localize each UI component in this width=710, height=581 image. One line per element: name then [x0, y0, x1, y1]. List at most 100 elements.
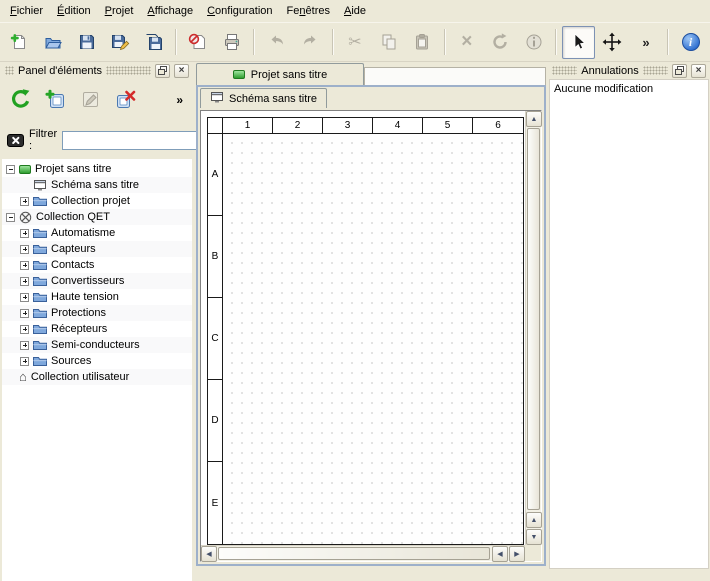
- scroll-down-button[interactable]: ▼: [526, 529, 542, 545]
- menu-fichier[interactable]: Fichier: [3, 0, 50, 22]
- menu-affichage[interactable]: Affichage: [140, 0, 200, 22]
- save-as-button[interactable]: [104, 26, 137, 59]
- folder-icon: [33, 308, 47, 319]
- tree-item-convertisseurs[interactable]: Convertisseurs: [2, 273, 192, 289]
- tree-item-automatisme[interactable]: Automatisme: [2, 225, 192, 241]
- dock-grip[interactable]: [552, 66, 577, 75]
- menu-projet[interactable]: Projet: [98, 0, 141, 22]
- toolbar-separator: [667, 29, 669, 55]
- expand-icon[interactable]: [20, 261, 29, 270]
- undo-button[interactable]: [260, 26, 293, 59]
- tree-item-haute-tension[interactable]: Haute tension: [2, 289, 192, 305]
- reload-button[interactable]: [5, 84, 36, 115]
- scroll-right-button[interactable]: ▶: [509, 546, 525, 562]
- tree-item-label: Semi-conducteurs: [51, 339, 140, 351]
- about-info-button[interactable]: i: [674, 26, 707, 59]
- expand-icon[interactable]: [20, 357, 29, 366]
- tree-item-label: Contacts: [51, 259, 94, 271]
- tree-item-contacts[interactable]: Contacts: [2, 257, 192, 273]
- edit-element-button[interactable]: [75, 84, 106, 115]
- grid-area[interactable]: [223, 134, 523, 544]
- editor-area: Projet sans titre Schéma sans titre: [196, 62, 546, 566]
- ruler-row-label: E: [208, 462, 223, 544]
- tree-item-sources[interactable]: Sources: [2, 353, 192, 369]
- filter-input[interactable]: [62, 131, 212, 150]
- collapse-icon[interactable]: [6, 165, 15, 174]
- ruler-corner: [208, 118, 223, 133]
- tab-project[interactable]: Projet sans titre: [196, 63, 364, 85]
- close-panel-button[interactable]: ×: [174, 64, 189, 78]
- dock-grip[interactable]: [643, 66, 668, 75]
- open-document-button[interactable]: [37, 26, 70, 59]
- close-file-icon: [188, 32, 208, 52]
- scroll-up-button[interactable]: ▲: [526, 111, 542, 127]
- clear-filter-icon[interactable]: [7, 132, 24, 149]
- cut-button[interactable]: ✂: [339, 26, 372, 59]
- delete-element-button[interactable]: [110, 84, 141, 115]
- copy-button[interactable]: [372, 26, 405, 59]
- collapse-icon[interactable]: [6, 213, 15, 222]
- tree-item-collection-projet[interactable]: Collection projet: [2, 193, 192, 209]
- expand-icon[interactable]: [20, 293, 29, 302]
- close-panel-button[interactable]: ×: [691, 64, 706, 78]
- tree-item-label: Haute tension: [51, 291, 119, 303]
- expand-icon[interactable]: [20, 245, 29, 254]
- project-tab-label: Projet sans titre: [251, 69, 327, 81]
- info-icon: [524, 32, 544, 52]
- tab-diagram[interactable]: Schéma sans titre: [200, 88, 327, 108]
- schematic-canvas[interactable]: 123456 ABCDE: [201, 111, 525, 545]
- close-file-button[interactable]: [182, 26, 215, 59]
- tree-item-projet-sans-titre[interactable]: Projet sans titre: [2, 161, 192, 177]
- print-icon: [222, 32, 242, 52]
- horizontal-scrollbar[interactable]: ◀ ◀ ▶: [201, 545, 525, 561]
- expand-icon[interactable]: [20, 325, 29, 334]
- expand-icon[interactable]: [20, 197, 29, 206]
- menu-edition[interactable]: Édition: [50, 0, 98, 22]
- clear-filter-icon: [7, 132, 24, 149]
- scroll-left-button-2[interactable]: ◀: [492, 546, 508, 562]
- vertical-scrollbar[interactable]: ▲ ▲ ▼: [525, 111, 541, 545]
- ruler-column-label: 5: [423, 118, 473, 133]
- save-button[interactable]: [70, 26, 103, 59]
- expand-icon[interactable]: [20, 309, 29, 318]
- tree-item-recepteurs[interactable]: Récepteurs: [2, 321, 192, 337]
- expand-icon[interactable]: [20, 229, 29, 238]
- menu-configuration[interactable]: Configuration: [200, 0, 279, 22]
- redo-button[interactable]: [294, 26, 327, 59]
- scroll-up-button-2[interactable]: ▲: [526, 512, 542, 528]
- row-ruler: ABCDE: [208, 134, 223, 544]
- new-element-button[interactable]: [40, 84, 71, 115]
- tree-item-protections[interactable]: Protections: [2, 305, 192, 321]
- panel-overflow-chevron[interactable]: »: [176, 93, 183, 107]
- float-panel-button[interactable]: [155, 64, 170, 78]
- horizontal-scroll-thumb[interactable]: [218, 547, 490, 560]
- tree-item-collection-utilisateur[interactable]: ⌂Collection utilisateur: [2, 369, 192, 385]
- overflow-chevron-button[interactable]: »: [630, 26, 663, 59]
- menu-aide[interactable]: Aide: [337, 0, 373, 22]
- info-button[interactable]: [518, 26, 551, 59]
- dock-grip[interactable]: [106, 66, 151, 75]
- tree-item-schema-sans-titre[interactable]: Schéma sans titre: [2, 177, 192, 193]
- save-all-button[interactable]: [138, 26, 171, 59]
- tree-item-label: Automatisme: [51, 227, 115, 239]
- expand-icon[interactable]: [20, 277, 29, 286]
- paste-button[interactable]: [406, 26, 439, 59]
- move-mode-button[interactable]: [596, 26, 629, 59]
- print-button[interactable]: [216, 26, 249, 59]
- tree-item-capteurs[interactable]: Capteurs: [2, 241, 192, 257]
- scroll-left-button[interactable]: ◀: [201, 546, 217, 562]
- float-panel-button[interactable]: [672, 64, 687, 78]
- rotate-button[interactable]: [484, 26, 517, 59]
- menu-fenetres[interactable]: Fenêtres: [280, 0, 337, 22]
- tree-item-semi-conducteurs[interactable]: Semi-conducteurs: [2, 337, 192, 353]
- vertical-scroll-thumb[interactable]: [527, 128, 540, 510]
- undo-list[interactable]: Aucune modification: [549, 79, 709, 569]
- ruler-column-label: 6: [473, 118, 523, 133]
- select-cursor-button[interactable]: [562, 26, 595, 59]
- expand-icon[interactable]: [20, 341, 29, 350]
- new-document-button[interactable]: [3, 26, 36, 59]
- tree-item-collection-qet[interactable]: Collection QET: [2, 209, 192, 225]
- delete-button[interactable]: ×: [451, 26, 484, 59]
- dock-grip[interactable]: [5, 66, 14, 75]
- folder-icon: [33, 244, 47, 255]
